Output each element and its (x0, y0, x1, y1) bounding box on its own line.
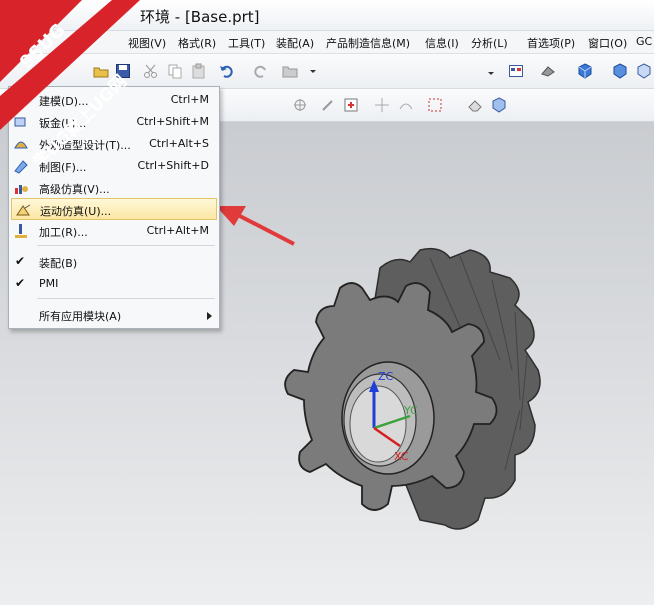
yc-label: YC (403, 404, 418, 417)
eraser-icon[interactable] (467, 97, 483, 113)
simulation-icon (13, 180, 29, 196)
menu-window[interactable]: 窗口(O) (588, 35, 627, 51)
menu-info[interactable]: 信息(I) (425, 35, 459, 51)
xc-label: XC (394, 450, 409, 463)
menu-gc[interactable]: GC (636, 35, 652, 48)
menu-item-pmi[interactable]: ✔ PMI (9, 273, 219, 295)
menu-item-assembly[interactable]: ✔ 装配(B) (9, 251, 219, 273)
cut-icon[interactable] (143, 63, 159, 79)
menu-tools[interactable]: 工具(T) (228, 35, 265, 51)
snap-icon[interactable] (320, 97, 336, 113)
select-icon[interactable] (292, 97, 308, 113)
menu-item-manufacturing[interactable]: 加工(R)... Ctrl+Alt+M (9, 220, 219, 242)
checkmark-icon: ✔ (15, 254, 26, 268)
manufacturing-icon (13, 223, 29, 239)
move-icon[interactable] (374, 97, 390, 113)
watermark-badge: 9SUG 学UG就上UG网 (0, 0, 140, 165)
folder-icon[interactable] (282, 63, 298, 79)
redo-icon[interactable] (252, 63, 268, 79)
menu-analysis[interactable]: 分析(L) (471, 35, 508, 51)
copy-icon[interactable] (167, 63, 183, 79)
paste-icon[interactable] (191, 63, 207, 79)
menu-item-all-applications[interactable]: 所有应用模块(A) (9, 304, 219, 326)
menu-separator (37, 298, 215, 299)
cube-icon[interactable] (491, 97, 507, 113)
chevron-right-icon (207, 310, 213, 323)
undo-icon[interactable] (219, 63, 235, 79)
zc-label: ZC (378, 370, 394, 383)
chevron-down-icon[interactable] (483, 63, 499, 79)
arc-icon[interactable] (398, 97, 414, 113)
motion-icon (16, 202, 32, 218)
point-icon[interactable] (343, 97, 359, 113)
menu-item-advanced-simulation[interactable]: 高级仿真(V)... (9, 177, 219, 199)
chevron-down-icon[interactable] (305, 63, 321, 79)
box-select-icon[interactable] (427, 97, 443, 113)
cube-icon[interactable] (577, 63, 593, 79)
cube-icon[interactable] (612, 63, 628, 79)
menu-pmi[interactable]: 产品制造信息(M) (326, 35, 410, 51)
shade-icon[interactable] (540, 63, 556, 79)
cube-icon[interactable] (636, 63, 652, 79)
menu-preferences[interactable]: 首选项(P) (527, 35, 575, 51)
window-title: 环境 - [Base.prt] (140, 8, 260, 26)
menu-assembly[interactable]: 装配(A) (276, 35, 314, 51)
layout-icon[interactable] (508, 63, 524, 79)
menu-item-motion-simulation[interactable]: 运动仿真(U)... (11, 198, 217, 220)
annotation-arrow (216, 206, 295, 246)
menu-separator (37, 245, 215, 246)
checkmark-icon: ✔ (15, 276, 26, 290)
menu-format[interactable]: 格式(R) (178, 35, 216, 51)
